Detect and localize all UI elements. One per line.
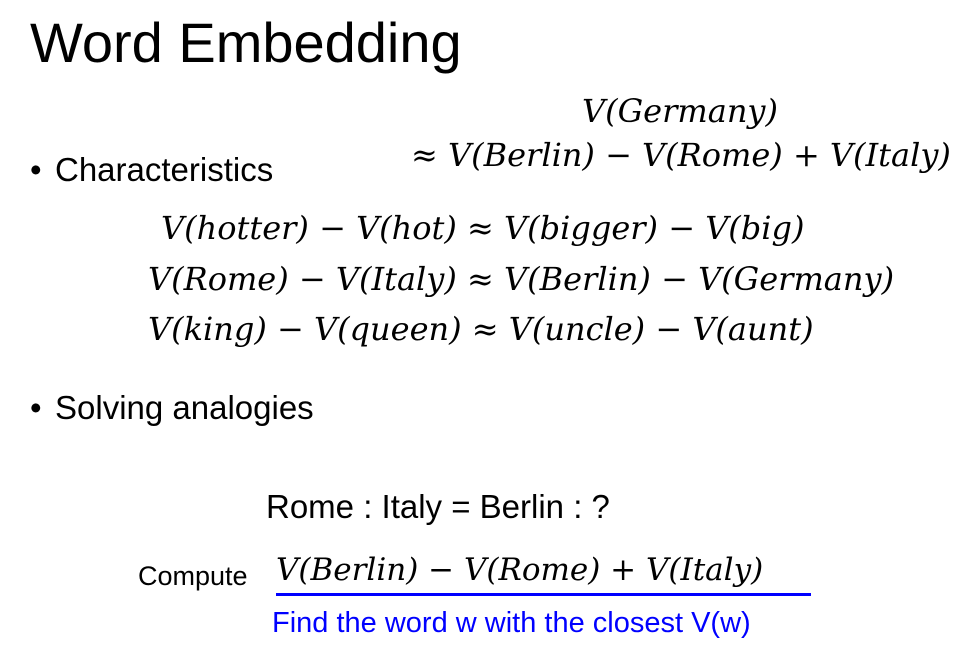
bullet-characteristics-label: Characteristics [55, 151, 274, 188]
equation-rome: V(Rome) − V(Italy) ≈ V(Berlin) − V(Germa… [148, 260, 895, 298]
equation-hotter: V(hotter) − V(hot) ≈ V(bigger) − V(big) [161, 209, 805, 247]
expression-underline [276, 593, 811, 596]
compute-label: Compute [138, 561, 248, 591]
find-closest-word-text: Find the word w with the closest V(w) [272, 607, 751, 639]
compute-expression: V(Berlin) − V(Rome) + V(Italy) [276, 552, 764, 588]
top-equation-line-2: ≈ V(Berlin) − V(Rome) + V(Italy) [411, 136, 951, 174]
bullet-dot-icon: • [30, 151, 42, 188]
equation-king: V(king) − V(queen) ≈ V(uncle) − V(aunt) [148, 310, 814, 348]
bullet-characteristics: • Characteristics [30, 150, 273, 190]
bullet-solving-label: Solving analogies [55, 389, 314, 426]
analogy-statement: Rome : Italy = Berlin : ? [266, 488, 610, 525]
bullet-dot-icon: • [30, 389, 42, 426]
bullet-solving-analogies: • Solving analogies [30, 388, 314, 428]
slide-title: Word Embedding [30, 11, 462, 74]
top-equation-line-1: V(Germany) [582, 92, 778, 130]
